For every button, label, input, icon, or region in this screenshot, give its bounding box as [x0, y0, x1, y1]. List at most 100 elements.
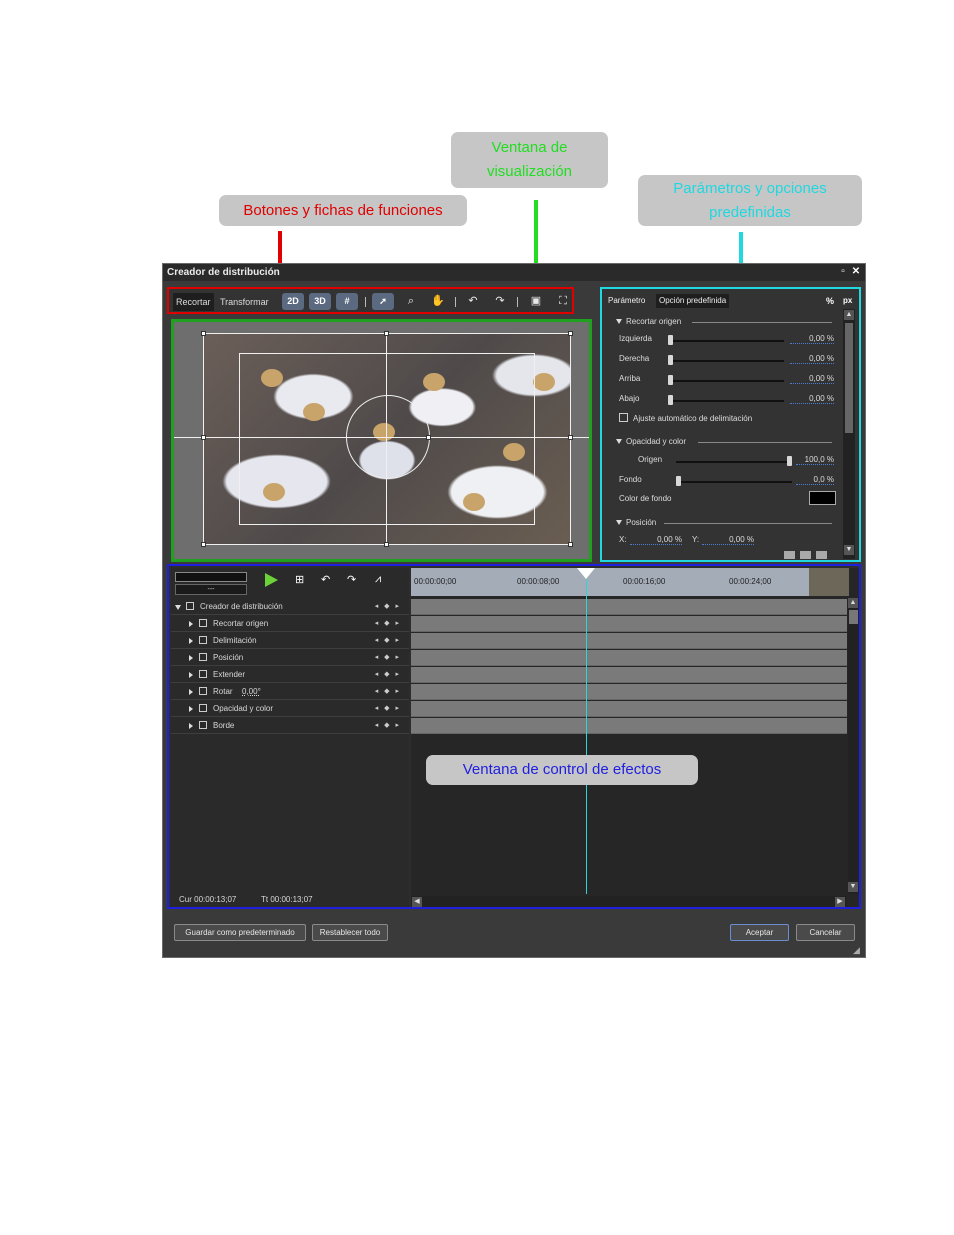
- select-arrow-icon[interactable]: ➚: [372, 293, 394, 310]
- expand-icon[interactable]: [189, 655, 193, 661]
- background-color-swatch[interactable]: [809, 491, 836, 505]
- crop-bottom-knob[interactable]: [668, 395, 673, 405]
- origin-slider[interactable]: [676, 461, 792, 463]
- effect-checkbox[interactable]: [199, 687, 207, 695]
- auto-fit-checkbox[interactable]: [619, 413, 628, 422]
- effect-checkbox[interactable]: [199, 653, 207, 661]
- crop-handle[interactable]: [201, 435, 206, 440]
- crop-top-slider[interactable]: [668, 380, 784, 382]
- undo-icon[interactable]: ↶: [464, 293, 482, 310]
- add-keyframe-icon[interactable]: ⊞: [295, 573, 309, 587]
- expand-icon[interactable]: [189, 723, 193, 729]
- timeline-area[interactable]: 00:00:00;00 00:00:08;00 00:00:16;00 00:0…: [411, 568, 859, 907]
- zoom-icon[interactable]: ⌕: [402, 293, 420, 310]
- expand-icon[interactable]: [189, 672, 193, 678]
- preset-menu-button[interactable]: [816, 551, 827, 559]
- effect-checkbox[interactable]: [199, 670, 207, 678]
- section-opacity-header[interactable]: Opacidad y color: [616, 437, 686, 446]
- hand-icon[interactable]: ✋: [429, 293, 447, 310]
- keyframe-nav[interactable]: ◂ ◆ ▸: [375, 616, 401, 632]
- mode-2d-button[interactable]: 2D: [282, 293, 304, 310]
- position-y-value[interactable]: 0,00 %: [702, 535, 754, 545]
- keyframe-nav[interactable]: ◂ ◆ ▸: [375, 599, 401, 615]
- keyframe-nav[interactable]: ◂ ◆ ▸: [375, 684, 401, 700]
- expand-icon[interactable]: [189, 689, 193, 695]
- effect-row-position[interactable]: Posición ◂ ◆ ▸: [171, 650, 409, 666]
- unit-px-button[interactable]: px: [840, 294, 855, 308]
- expand-icon[interactable]: [175, 605, 181, 610]
- crop-handle[interactable]: [384, 331, 389, 336]
- effect-checkbox[interactable]: [199, 721, 207, 729]
- crop-left-slider[interactable]: [668, 340, 784, 342]
- section-crop-header[interactable]: Recortar origen: [616, 317, 681, 326]
- tab-opcion-predefinida[interactable]: Opción predefinida: [656, 294, 730, 308]
- effect-checkbox[interactable]: [199, 636, 207, 644]
- timeline-v-thumb[interactable]: [849, 610, 858, 624]
- accept-button[interactable]: Aceptar: [730, 924, 789, 941]
- crop-handle[interactable]: [568, 331, 573, 336]
- scroll-down-icon[interactable]: ▼: [844, 545, 854, 555]
- crop-top-value[interactable]: 0,00 %: [790, 374, 834, 384]
- crop-top-knob[interactable]: [668, 375, 673, 385]
- effect-row-border[interactable]: Borde ◂ ◆ ▸: [171, 718, 409, 734]
- effect-row-opacity[interactable]: Opacidad y color ◂ ◆ ▸: [171, 701, 409, 717]
- effect-row-extend[interactable]: Extender ◂ ◆ ▸: [171, 667, 409, 683]
- mode-3d-button[interactable]: 3D: [309, 293, 331, 310]
- fit-icon[interactable]: ▣: [527, 293, 545, 310]
- crop-handle[interactable]: [201, 331, 206, 336]
- timeline-v-scrollbar[interactable]: [848, 598, 859, 894]
- preview-window[interactable]: [171, 319, 592, 562]
- expand-icon[interactable]: [189, 706, 193, 712]
- expand-icon[interactable]: [189, 638, 193, 644]
- position-x-value[interactable]: 0,00 %: [630, 535, 682, 545]
- cancel-button[interactable]: Cancelar: [796, 924, 855, 941]
- scroll-right-icon[interactable]: ▶: [835, 897, 845, 907]
- rotation-circle[interactable]: [346, 395, 430, 479]
- keyframe-nav[interactable]: ◂ ◆ ▸: [375, 718, 401, 734]
- scroll-left-icon[interactable]: ◀: [412, 897, 422, 907]
- keyframe-nav[interactable]: ◂ ◆ ▸: [375, 633, 401, 649]
- keyframe-nav[interactable]: ◂ ◆ ▸: [375, 701, 401, 717]
- zoom-slider[interactable]: [175, 572, 247, 582]
- effect-checkbox[interactable]: [186, 602, 194, 610]
- rotation-handle[interactable]: [426, 435, 431, 440]
- params-scroll-thumb[interactable]: [845, 323, 853, 433]
- origin-value[interactable]: 100,0 %: [796, 455, 834, 465]
- keyframe-nav[interactable]: ◂ ◆ ▸: [375, 667, 401, 683]
- section-position-header[interactable]: Posición: [616, 518, 656, 527]
- preset-up-button[interactable]: [800, 551, 811, 559]
- play-icon[interactable]: [265, 573, 278, 587]
- zoom-combo[interactable]: ---: [175, 584, 247, 595]
- background-knob[interactable]: [676, 476, 681, 486]
- unit-percent-button[interactable]: %: [823, 294, 837, 308]
- tab-parametro[interactable]: Parámetro: [605, 294, 648, 308]
- effect-row-crop-origin[interactable]: Recortar origen ◂ ◆ ▸: [171, 616, 409, 632]
- background-slider[interactable]: [676, 481, 792, 483]
- scroll-up-icon[interactable]: ▲: [848, 598, 858, 608]
- origin-knob[interactable]: [787, 456, 792, 466]
- background-value[interactable]: 0,0 %: [796, 475, 834, 485]
- crop-right-slider[interactable]: [668, 360, 784, 362]
- grid-icon[interactable]: #: [336, 293, 358, 310]
- tab-recortar[interactable]: Recortar: [173, 293, 214, 311]
- time-ruler[interactable]: 00:00:00;00 00:00:08;00 00:00:16;00 00:0…: [411, 568, 849, 596]
- save-default-button[interactable]: Guardar como predeterminado: [174, 924, 306, 941]
- crop-bottom-slider[interactable]: [668, 400, 784, 402]
- restore-icon[interactable]: ▫: [838, 267, 848, 277]
- crop-handle[interactable]: [568, 542, 573, 547]
- crop-handle[interactable]: [201, 542, 206, 547]
- graph-icon[interactable]: ⩘: [375, 573, 389, 587]
- crop-handle[interactable]: [568, 435, 573, 440]
- crop-handle[interactable]: [384, 542, 389, 547]
- redo-icon[interactable]: ↷: [491, 293, 509, 310]
- next-keyframe-icon[interactable]: ↷: [347, 573, 361, 587]
- preset-down-button[interactable]: [784, 551, 795, 559]
- crop-bottom-value[interactable]: 0,00 %: [790, 394, 834, 404]
- crop-right-knob[interactable]: [668, 355, 673, 365]
- effect-checkbox[interactable]: [199, 619, 207, 627]
- fullscreen-icon[interactable]: ⛶: [554, 293, 572, 310]
- scroll-down-icon[interactable]: ▼: [848, 882, 858, 892]
- tab-transformar[interactable]: Transformar: [217, 293, 272, 311]
- playhead-marker[interactable]: [577, 568, 595, 579]
- keyframe-nav[interactable]: ◂ ◆ ▸: [375, 650, 401, 666]
